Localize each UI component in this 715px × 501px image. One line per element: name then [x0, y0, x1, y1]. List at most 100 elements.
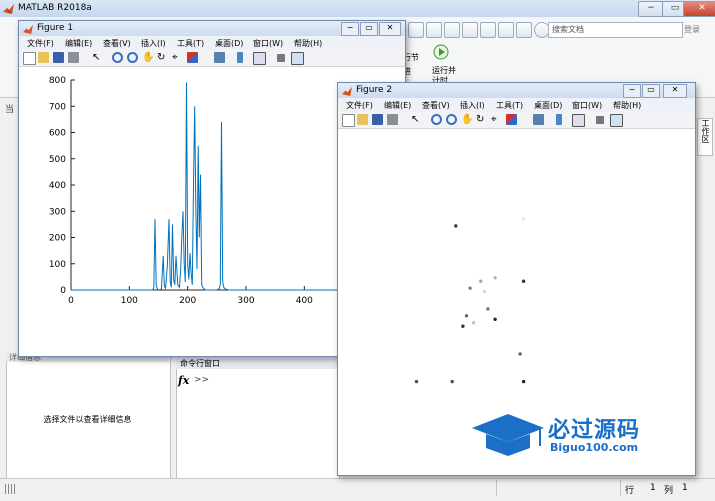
scatter-point [493, 317, 497, 321]
figure2-minimize-button[interactable]: − [623, 84, 641, 98]
x-tick-label: 200 [179, 296, 196, 306]
scatter-point [414, 379, 419, 384]
scatter-point [461, 324, 465, 328]
figure2-maximize-button[interactable]: ▭ [642, 84, 660, 98]
menu-file[interactable]: 文件(F) [346, 100, 373, 111]
link-plot-icon[interactable] [533, 114, 544, 125]
show-plot-tools-icon[interactable] [610, 114, 623, 127]
menu-desktop[interactable]: 桌面(D) [534, 100, 562, 111]
scatter-point [521, 379, 526, 384]
details-message: 选择文件以查看详细信息 [43, 415, 132, 424]
save-figure-icon[interactable] [372, 114, 383, 125]
cut-icon[interactable] [426, 22, 442, 38]
matlab-logo-icon [23, 24, 33, 34]
figure1-title: Figure 1 [37, 23, 74, 33]
x-tick-label: 300 [237, 296, 254, 306]
pan-icon[interactable]: ✋ [142, 52, 154, 63]
figure1-maximize-button[interactable]: ▭ [360, 22, 378, 36]
figure1-title-bar[interactable]: Figure 1 − ▭ ✕ [19, 21, 405, 36]
minimize-button[interactable]: − [638, 1, 664, 17]
zoom-out-icon[interactable] [127, 52, 138, 63]
colorbar-icon[interactable] [556, 114, 562, 125]
menu-file[interactable]: 文件(F) [27, 38, 54, 49]
current-folder-nav[interactable]: 当 [5, 102, 14, 115]
menu-window[interactable]: 窗口(W) [572, 100, 602, 111]
figure2-title-bar[interactable]: Figure 2 − ▭ ✕ [338, 83, 695, 98]
scatter-point [479, 279, 483, 283]
run-and-time-icon[interactable] [433, 44, 449, 60]
figure2-title: Figure 2 [356, 85, 393, 95]
menu-tools[interactable]: 工具(T) [496, 100, 523, 111]
scatter-point [521, 279, 526, 283]
close-button[interactable]: ✕ [683, 1, 715, 17]
data-cursor-icon[interactable]: ⌖ [172, 52, 183, 63]
menu-desktop[interactable]: 桌面(D) [215, 38, 243, 49]
menu-window[interactable]: 窗口(W) [253, 38, 283, 49]
menu-edit[interactable]: 编辑(E) [384, 100, 411, 111]
hide-plot-tools-icon[interactable] [277, 54, 285, 62]
copy-icon[interactable] [444, 22, 460, 38]
new-figure-icon[interactable] [23, 52, 36, 65]
rotate-icon[interactable]: ↻ [476, 114, 487, 125]
scatter-point [518, 352, 522, 356]
menu-insert[interactable]: 插入(I) [141, 38, 166, 49]
hide-plot-tools-icon[interactable] [596, 116, 604, 124]
matlab-logo-icon [3, 4, 14, 14]
scatter-point [521, 217, 526, 221]
zoom-in-icon[interactable] [431, 114, 442, 125]
matlab-title-bar[interactable] [0, 0, 715, 18]
select-arrow-icon[interactable]: ↖ [92, 52, 103, 63]
save-figure-icon[interactable] [53, 52, 64, 63]
status-grip-icon [5, 484, 15, 494]
save-icon[interactable] [408, 22, 424, 38]
menu-help[interactable]: 帮助(H) [294, 38, 322, 49]
show-plot-tools-icon[interactable] [291, 52, 304, 65]
new-figure-icon[interactable] [342, 114, 355, 127]
matlab-logo-icon [342, 86, 352, 96]
pan-icon[interactable]: ✋ [461, 114, 473, 125]
print-icon[interactable] [68, 52, 79, 63]
print-icon[interactable] [387, 114, 398, 125]
select-arrow-icon[interactable]: ↖ [411, 114, 422, 125]
y-tick-label: 600 [49, 129, 66, 139]
menu-view[interactable]: 查看(V) [103, 38, 131, 49]
login-button[interactable]: 登录 [684, 24, 700, 35]
figure1-menubar: 文件(F) 编辑(E) 查看(V) 插入(I) 工具(T) 桌面(D) 窗口(W… [19, 36, 405, 50]
zoom-in-icon[interactable] [112, 52, 123, 63]
figure1-close-button[interactable]: ✕ [379, 22, 401, 36]
search-docs-input[interactable]: 搜索文档 [548, 22, 683, 38]
brush-icon[interactable] [187, 52, 198, 63]
rotate-icon[interactable]: ↻ [157, 52, 168, 63]
menu-view[interactable]: 查看(V) [422, 100, 450, 111]
fx-icon[interactable]: fx [178, 374, 189, 387]
link-plot-icon[interactable] [214, 52, 225, 63]
undo-icon[interactable] [480, 22, 496, 38]
brush-icon[interactable] [506, 114, 517, 125]
status-bar [0, 478, 715, 501]
data-cursor-icon[interactable]: ⌖ [491, 114, 502, 125]
paste-icon[interactable] [462, 22, 478, 38]
scatter-point [450, 379, 454, 384]
redo-icon[interactable] [498, 22, 514, 38]
status-col-value: 1 [682, 483, 688, 493]
menu-help[interactable]: 帮助(H) [613, 100, 641, 111]
status-col-label: 列 [664, 486, 674, 496]
figure2-close-button[interactable]: ✕ [663, 84, 687, 98]
figure1-minimize-button[interactable]: − [341, 22, 359, 36]
command-prompt[interactable]: >> [194, 375, 209, 385]
menu-tools[interactable]: 工具(T) [177, 38, 204, 49]
legend-icon[interactable] [253, 52, 266, 65]
command-window-header[interactable]: 命令行窗口 [176, 358, 338, 369]
workspace-tab[interactable]: 工作区 [697, 118, 713, 156]
legend-icon[interactable] [572, 114, 585, 127]
menu-insert[interactable]: 插入(I) [460, 100, 485, 111]
switch-windows-icon[interactable] [516, 22, 532, 38]
status-row-value: 1 [650, 483, 656, 493]
watermark-text: 必过源码 [548, 418, 641, 443]
open-file-icon[interactable] [357, 114, 368, 125]
zoom-out-icon[interactable] [446, 114, 457, 125]
open-file-icon[interactable] [38, 52, 49, 63]
menu-edit[interactable]: 编辑(E) [65, 38, 92, 49]
y-tick-label: 100 [49, 260, 66, 270]
colorbar-icon[interactable] [237, 52, 243, 63]
